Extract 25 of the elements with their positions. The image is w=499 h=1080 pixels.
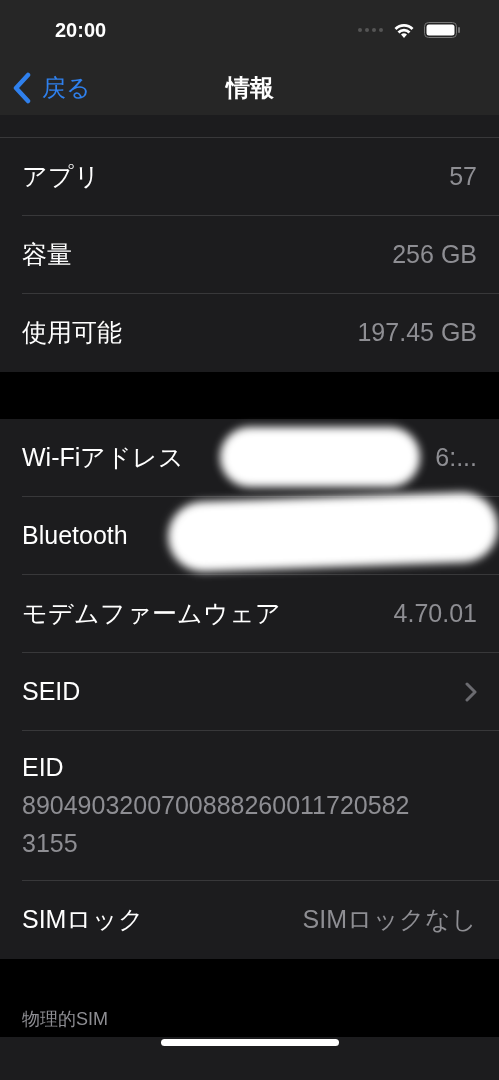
section-header: 物理的SIM (22, 1008, 108, 1031)
back-chevron-icon (12, 71, 32, 104)
row-value: 256 GB (392, 238, 477, 270)
battery-icon (424, 22, 461, 38)
chevron-right-icon (465, 681, 477, 702)
signal-icon (358, 28, 384, 32)
row-label: 容量 (22, 238, 72, 270)
row-label: SIMロック (22, 904, 145, 936)
row-label: アプリ (22, 160, 100, 192)
row-value: 4.70.01 (393, 597, 477, 629)
row-label: SEID (22, 675, 81, 707)
row-label: 使用可能 (22, 317, 122, 349)
clock: 20:00 (55, 18, 107, 43)
row-value: 197.45 GB (357, 317, 477, 349)
wifi-icon (394, 22, 414, 38)
row-value: 89049032007008882600117205823155 (22, 790, 411, 860)
row-value: SIMロックなし (302, 904, 477, 936)
back-button[interactable]: 戻る (0, 69, 91, 106)
row-value: 6:... (435, 441, 477, 473)
nav-title: 情報 (225, 72, 274, 103)
row-label: EID (22, 751, 65, 783)
row-label: Wi-Fiアドレス (22, 441, 185, 473)
row-label: モデムファームウェア (22, 597, 281, 629)
row-label: Bluetooth (22, 519, 128, 551)
row-value: 57 (449, 160, 477, 192)
